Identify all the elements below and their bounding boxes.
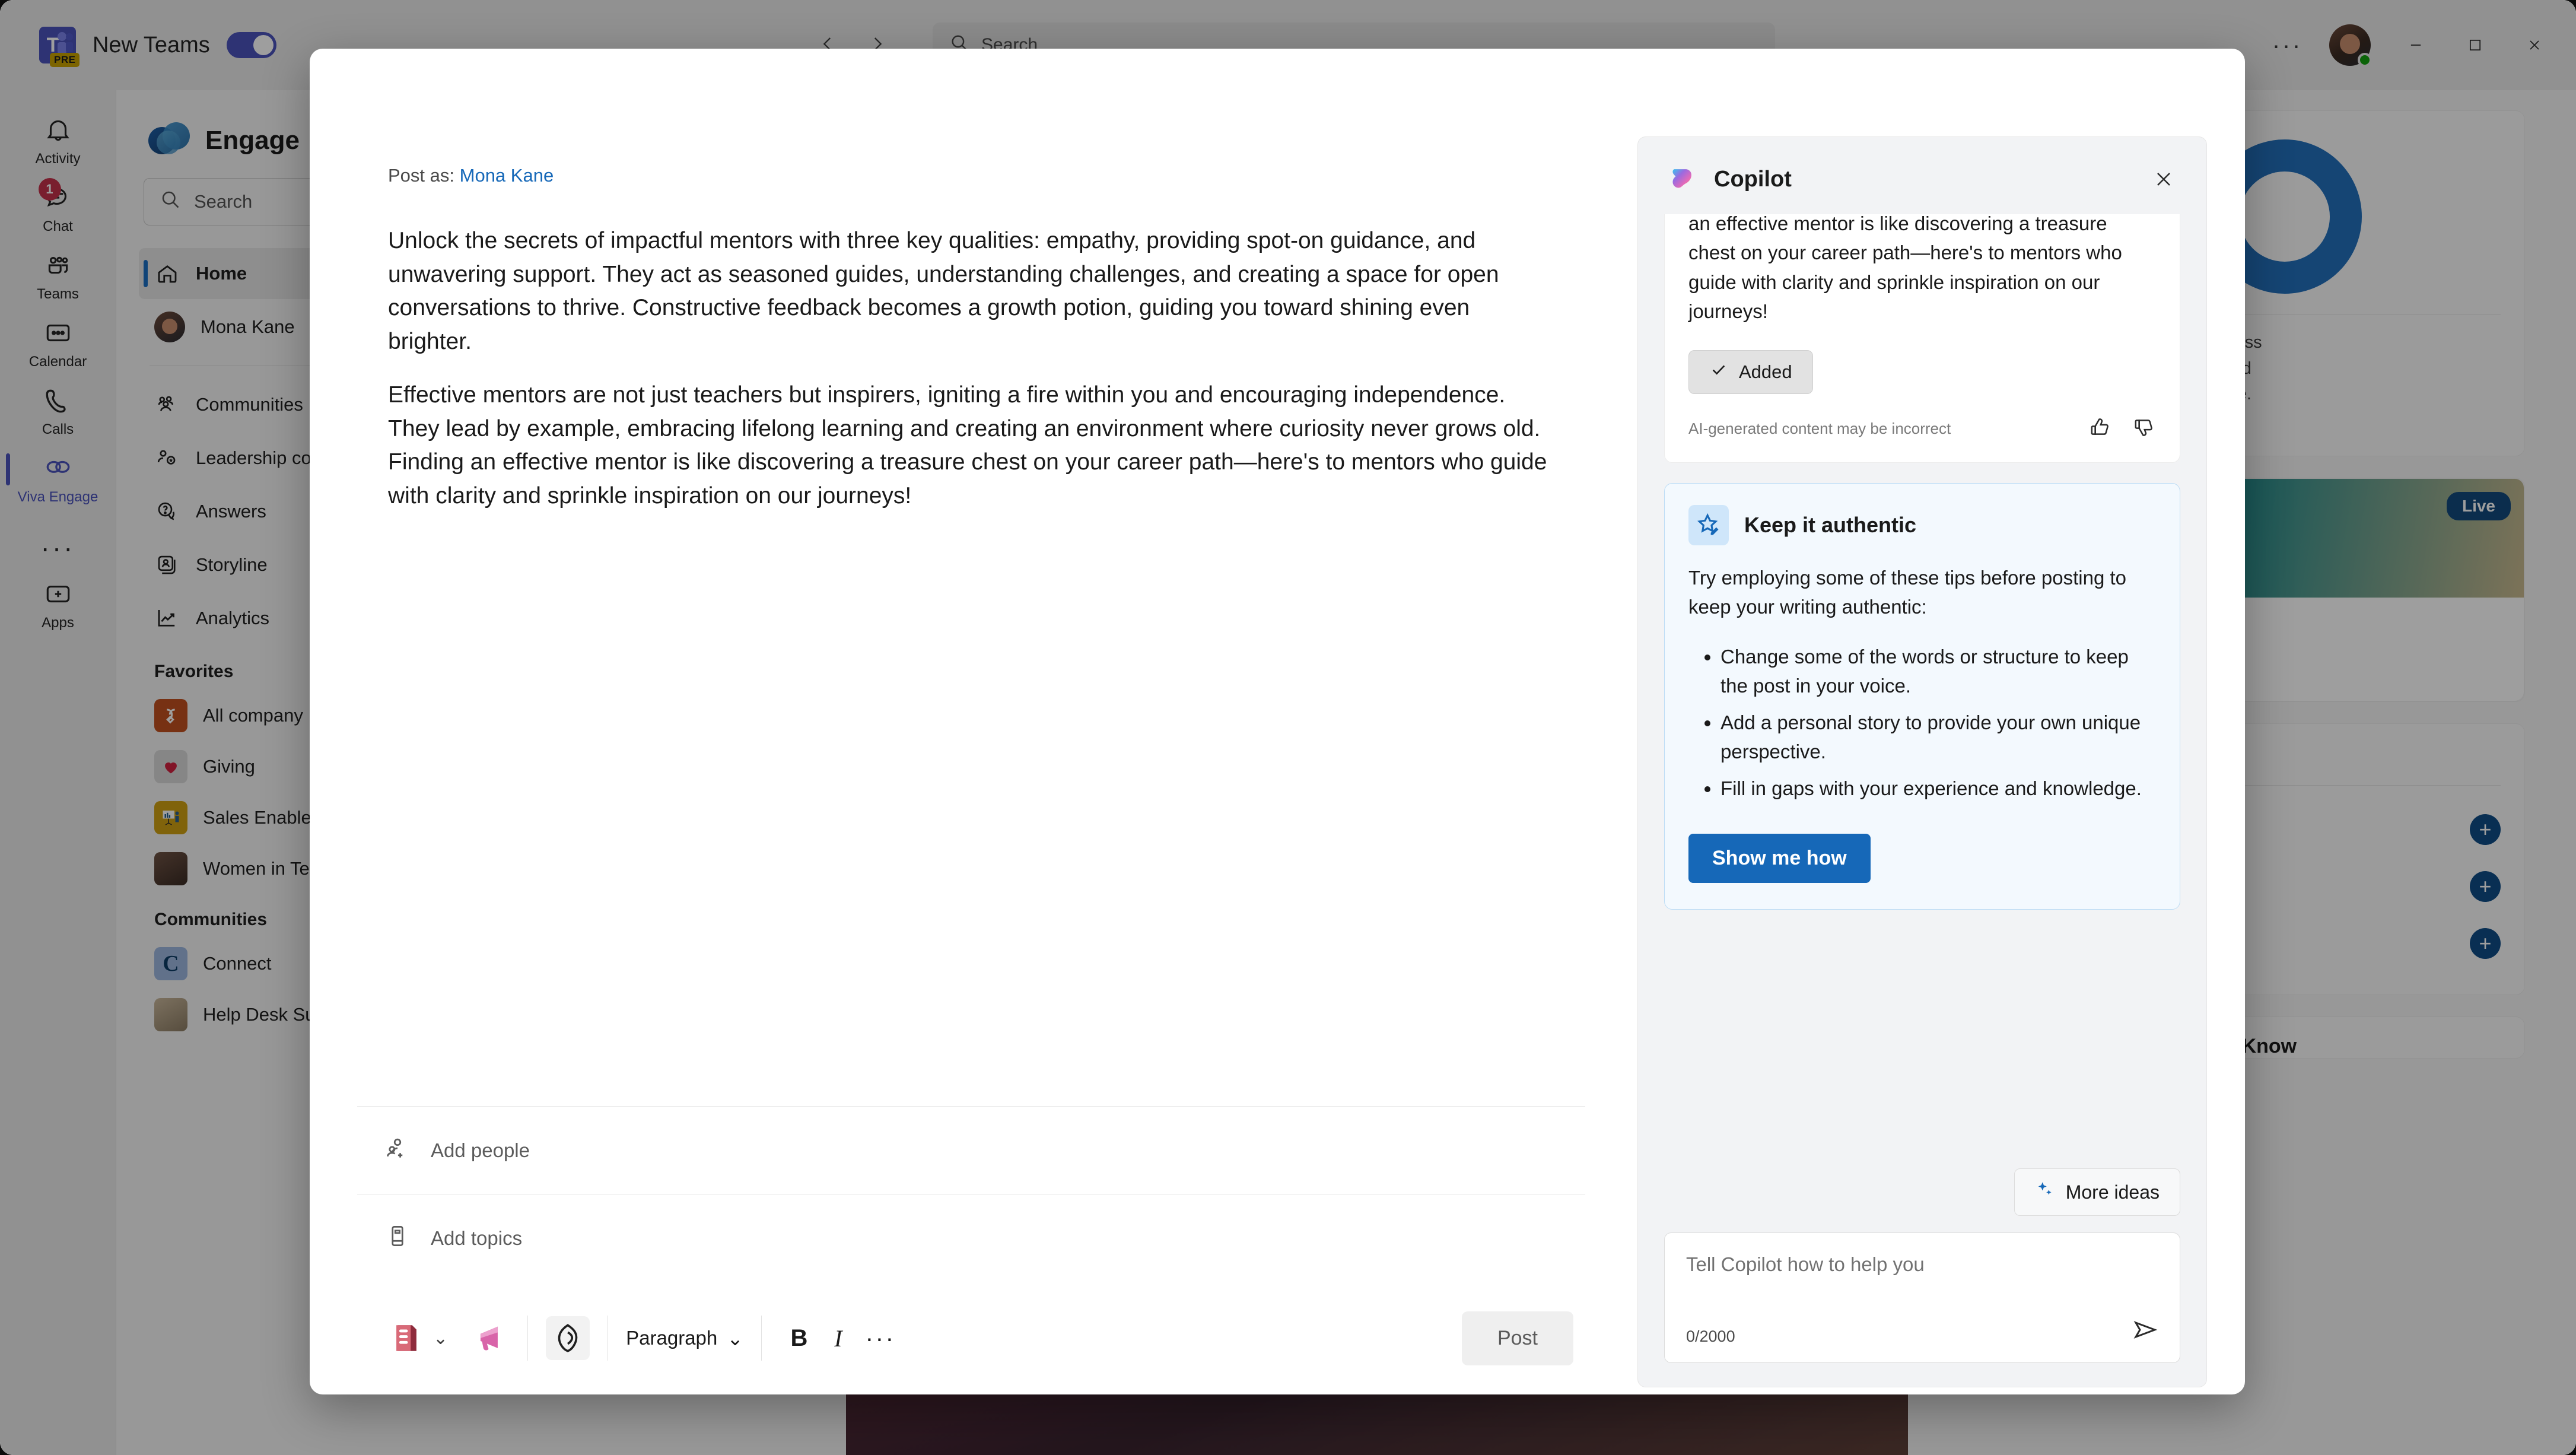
new-post-dialog: Post as: Mona Kane Unlock the secrets of… <box>310 49 2245 1394</box>
person-add-icon <box>384 1135 411 1166</box>
paragraph-style-dropdown[interactable]: Paragraph ⌄ <box>626 1327 743 1350</box>
copilot-suggestion-text: an effective mentor is like discovering … <box>1688 214 2122 322</box>
tip-bullet-list: Change some of the words or structure to… <box>1699 642 2156 803</box>
add-people-label: Add people <box>431 1139 530 1161</box>
more-formatting-button[interactable]: ··· <box>858 1324 903 1352</box>
more-ideas-button[interactable]: More ideas <box>2014 1168 2180 1216</box>
thumbs-down-icon[interactable] <box>2132 415 2156 442</box>
copilot-scroll-area[interactable]: where curiosity never grows old. Finding… <box>1638 214 2206 1155</box>
formatting-toolbar: ⌄ Paragraph ⌄ B I ··· Post <box>357 1282 1585 1394</box>
list-item: Fill in gaps with your experience and kn… <box>1720 774 2156 803</box>
teams-window: T PRE New Teams Search ··· Activity 1 Ch… <box>0 0 2576 1455</box>
copilot-outline-icon[interactable] <box>546 1316 590 1360</box>
paragraph-style-label: Paragraph <box>626 1327 718 1349</box>
close-icon[interactable] <box>2147 163 2180 196</box>
list-item: Add a personal story to provide your own… <box>1720 708 2156 767</box>
list-item: Change some of the words or structure to… <box>1720 642 2156 701</box>
tip-intro: Try employing some of these tips before … <box>1688 566 2126 618</box>
post-as-label: Post as: <box>388 165 454 186</box>
sparkle-icon <box>2035 1180 2055 1205</box>
megaphone-icon[interactable] <box>466 1316 510 1360</box>
copilot-panel: Copilot where curiosity never grows old.… <box>1637 136 2207 1387</box>
post-button[interactable]: Post <box>1461 1311 1573 1365</box>
check-icon <box>1709 360 1728 384</box>
add-people-row[interactable]: Add people <box>357 1106 1585 1194</box>
thumbs-up-icon[interactable] <box>2088 415 2112 442</box>
bold-button[interactable]: B <box>780 1325 819 1352</box>
copilot-title: Copilot <box>1714 166 1792 192</box>
topic-tag-icon <box>384 1223 411 1254</box>
added-label: Added <box>1739 361 1792 382</box>
star-edit-icon <box>1688 504 1729 545</box>
post-as-row: Post as: Mona Kane <box>310 49 1633 186</box>
post-type-icon[interactable] <box>384 1316 428 1360</box>
post-paragraph-1: Unlock the secrets of impactful mentors … <box>388 228 1499 354</box>
copilot-header: Copilot <box>1638 137 2206 214</box>
chevron-down-icon[interactable]: ⌄ <box>433 1328 448 1349</box>
copilot-suggestion-card: where curiosity never grows old. Finding… <box>1664 214 2180 463</box>
copilot-prompt-input[interactable]: Tell Copilot how to help you 0/2000 <box>1664 1232 2180 1363</box>
tip-title: Keep it authentic <box>1744 512 1917 537</box>
tip-header: Keep it authentic <box>1688 504 2156 545</box>
more-ideas-label: More ideas <box>2065 1181 2160 1203</box>
add-topics-label: Add topics <box>431 1227 523 1249</box>
chevron-down-icon: ⌄ <box>727 1327 743 1349</box>
composer-footer: Add people Add topics ⌄ Paragraph ⌄ B I … <box>310 1106 1633 1394</box>
italic-button[interactable]: I <box>819 1324 858 1352</box>
show-me-how-button[interactable]: Show me how <box>1688 834 1871 883</box>
post-as-name[interactable]: Mona Kane <box>460 165 554 186</box>
copilot-card-footer: AI-generated content may be incorrect <box>1688 415 2156 442</box>
add-topics-row[interactable]: Add topics <box>357 1194 1585 1282</box>
copilot-prompt-placeholder: Tell Copilot how to help you <box>1686 1253 1925 1275</box>
copilot-footer: More ideas Tell Copilot how to help you … <box>1638 1155 2206 1387</box>
added-button[interactable]: Added <box>1688 350 1813 394</box>
ai-disclaimer: AI-generated content may be incorrect <box>1688 419 1951 437</box>
copilot-logo-icon <box>1664 162 1699 196</box>
send-icon[interactable] <box>2131 1316 2160 1347</box>
post-composer: Post as: Mona Kane Unlock the secrets of… <box>310 49 1633 1394</box>
post-text-editor[interactable]: Unlock the secrets of impactful mentors … <box>310 186 1633 1106</box>
character-counter: 0/2000 <box>1686 1327 1735 1345</box>
copilot-tip-card: Keep it authentic Try employing some of … <box>1664 482 2180 910</box>
post-paragraph-2: Effective mentors are not just teachers … <box>388 382 1547 509</box>
